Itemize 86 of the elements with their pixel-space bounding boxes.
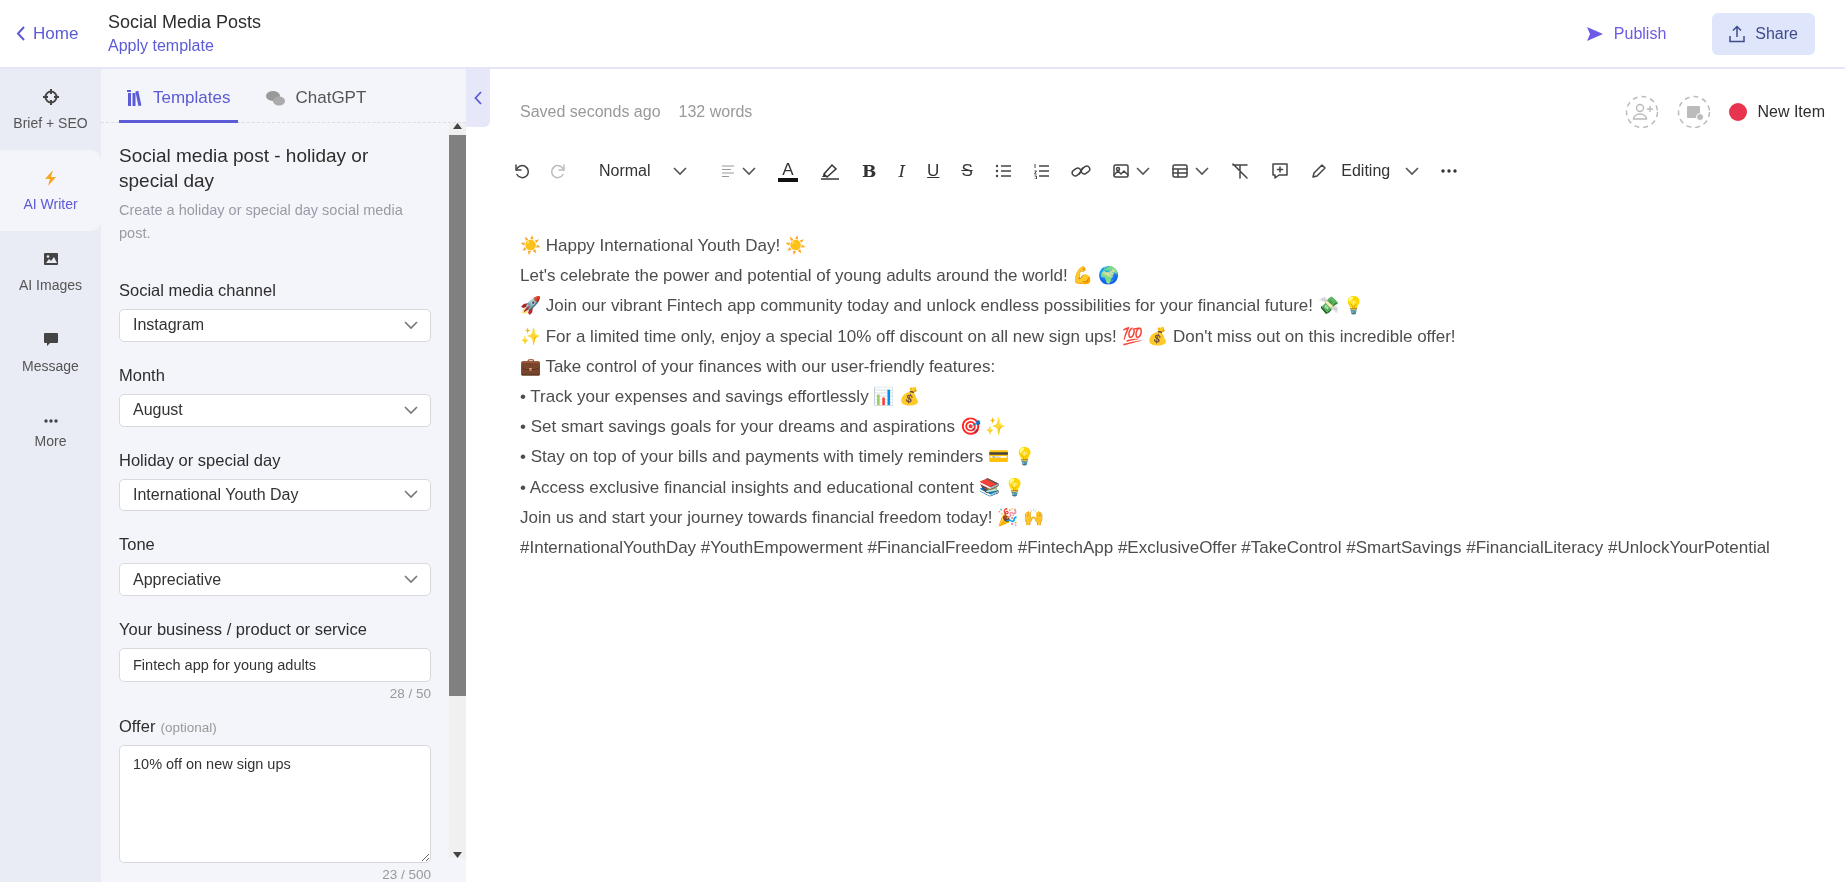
field-label: Your business / product or service xyxy=(119,620,367,640)
field-label: Holiday or special day xyxy=(119,450,281,470)
field-label: Tone xyxy=(119,535,155,555)
paragraph: • Access exclusive financial insights and educational content 📚 💡 xyxy=(520,476,1027,499)
send-icon xyxy=(1585,25,1604,42)
chevron-down-icon xyxy=(404,575,418,585)
chevron-down-icon xyxy=(673,166,687,176)
lightning-icon xyxy=(42,169,59,186)
chevron-down-icon xyxy=(1404,166,1419,176)
align-icon xyxy=(721,165,735,177)
highlighter-icon xyxy=(820,162,840,180)
more-icon xyxy=(43,418,58,423)
dropdown[interactable]: August xyxy=(119,393,431,427)
sidebar-item[interactable]: AI Images xyxy=(0,231,101,312)
chevron-down-icon xyxy=(1194,166,1209,176)
paragraph: Let's celebrate the power and potential of young adults around the world! 💪 🌍 xyxy=(520,265,1121,288)
scroll-up-icon xyxy=(453,123,462,129)
image-icon xyxy=(42,250,59,267)
more-icon xyxy=(1440,169,1457,173)
share-button[interactable]: Share xyxy=(1712,12,1815,55)
scrollbar[interactable] xyxy=(449,123,466,858)
panel-tab[interactable]: Templates xyxy=(119,88,239,123)
upload-icon xyxy=(1729,24,1746,43)
template-description: Create a holiday or special day social media post. xyxy=(119,201,404,243)
speech-bubble-icon xyxy=(42,331,59,348)
paragraph: #InternationalYouthDay #YouthEmpowerment #FinancialFreedom #FintechApp #ExclusiveOffer #TakeControl #SmartSavings #FinancialLiteracy #UnlockYourPotential xyxy=(520,537,1771,560)
pencil-icon xyxy=(1310,163,1327,179)
chevron-down-icon xyxy=(404,405,418,415)
character-counter: 28 / 50 xyxy=(389,685,431,701)
strikethrough-button[interactable]: S xyxy=(950,156,984,186)
chevron-down-icon xyxy=(404,320,418,330)
field-label: Month xyxy=(119,365,165,385)
underline-button[interactable]: U xyxy=(916,156,951,186)
paragraph: ✨ For a limited time only, enjoy a special 10% off discount on all new sign ups! 💯 💰 Don't miss out on this incredible offer! xyxy=(520,325,1457,348)
character-counter: 23 / 500 xyxy=(382,867,431,882)
sidebar-item[interactable]: Message xyxy=(0,312,101,393)
chevron-left-icon xyxy=(474,91,482,105)
numbered-list-icon xyxy=(1032,163,1049,179)
paragraph: 💼 Take control of your finances with our user-friendly features: xyxy=(520,355,997,378)
field-label: Social media channel xyxy=(119,281,276,300)
redo-icon xyxy=(551,163,567,179)
sidebar-item[interactable]: AI Writer xyxy=(0,150,101,231)
editing-mode-dropdown[interactable]: Editing xyxy=(1299,156,1430,186)
paragraph: • Track your expenses and savings effortlessly 📊 💰 xyxy=(520,386,922,408)
dropdown[interactable]: International Youth Day xyxy=(119,478,431,512)
field-label: Offer xyxy=(119,716,156,736)
paragraph: Join us and start your journey towards financial freedom today! 🎉 🙌 xyxy=(520,506,1045,529)
bulleted-list-icon xyxy=(994,164,1011,178)
dropdown[interactable]: Appreciative xyxy=(119,563,431,597)
back-link[interactable]: Home xyxy=(16,23,108,44)
chevron-down-icon xyxy=(404,490,418,500)
panel-tab[interactable]: ChatGPT xyxy=(258,88,375,123)
link-icon xyxy=(1070,163,1091,179)
paragraph: • Set smart savings goals for your dreams and aspirations 🎯 ✨ xyxy=(520,416,1008,439)
optional-hint: (optional) xyxy=(160,719,217,735)
image-icon xyxy=(1112,164,1129,178)
dropdown[interactable]: Instagram xyxy=(119,309,431,342)
page-title: Social Media Posts xyxy=(108,12,263,33)
paragraph-style-dropdown[interactable]: Normal xyxy=(588,156,698,186)
paragraph: • Stay on top of your bills and payments with timely reminders 💳 💡 xyxy=(520,446,1036,469)
text-area[interactable]: 10% off on new sign ups xyxy=(119,744,431,864)
save-status: Saved seconds ago xyxy=(520,103,661,121)
undo-icon xyxy=(513,163,529,179)
chevron-left-icon xyxy=(16,26,25,41)
chevron-down-icon xyxy=(1135,166,1150,176)
paragraph: ☀ Happy International Youth Day! ☀ xyxy=(520,234,807,257)
scroll-down-icon xyxy=(453,852,462,858)
sidebar-item[interactable]: Brief + SEO xyxy=(0,69,101,150)
bold-button[interactable]: B xyxy=(851,156,888,186)
text-color-button[interactable]: A xyxy=(767,156,809,186)
input-field[interactable]: Fintech app for young adults xyxy=(119,648,431,682)
clear-formatting-icon xyxy=(1230,163,1249,179)
italic-button[interactable]: I xyxy=(887,156,917,186)
add-comment-icon xyxy=(1270,162,1289,180)
word-count: 132 words xyxy=(678,103,753,121)
apply-template-link[interactable]: Apply template xyxy=(108,37,1566,55)
table-icon xyxy=(1171,164,1188,178)
status-label: New Item xyxy=(1757,103,1825,121)
publish-button[interactable]: Publish xyxy=(1565,16,1687,51)
paragraph: 🚀 Join our vibrant Fintech app community today and unlock endless possibilities for your financial future! 💸 💡 xyxy=(520,295,1366,318)
chevron-down-icon xyxy=(742,166,756,176)
sidebar-item[interactable]: More xyxy=(0,393,101,474)
crosshair-icon xyxy=(42,88,59,105)
chat-bubbles-icon xyxy=(266,90,286,106)
books-icon xyxy=(127,90,143,106)
template-heading: Social media post - holiday or special day xyxy=(119,144,370,193)
